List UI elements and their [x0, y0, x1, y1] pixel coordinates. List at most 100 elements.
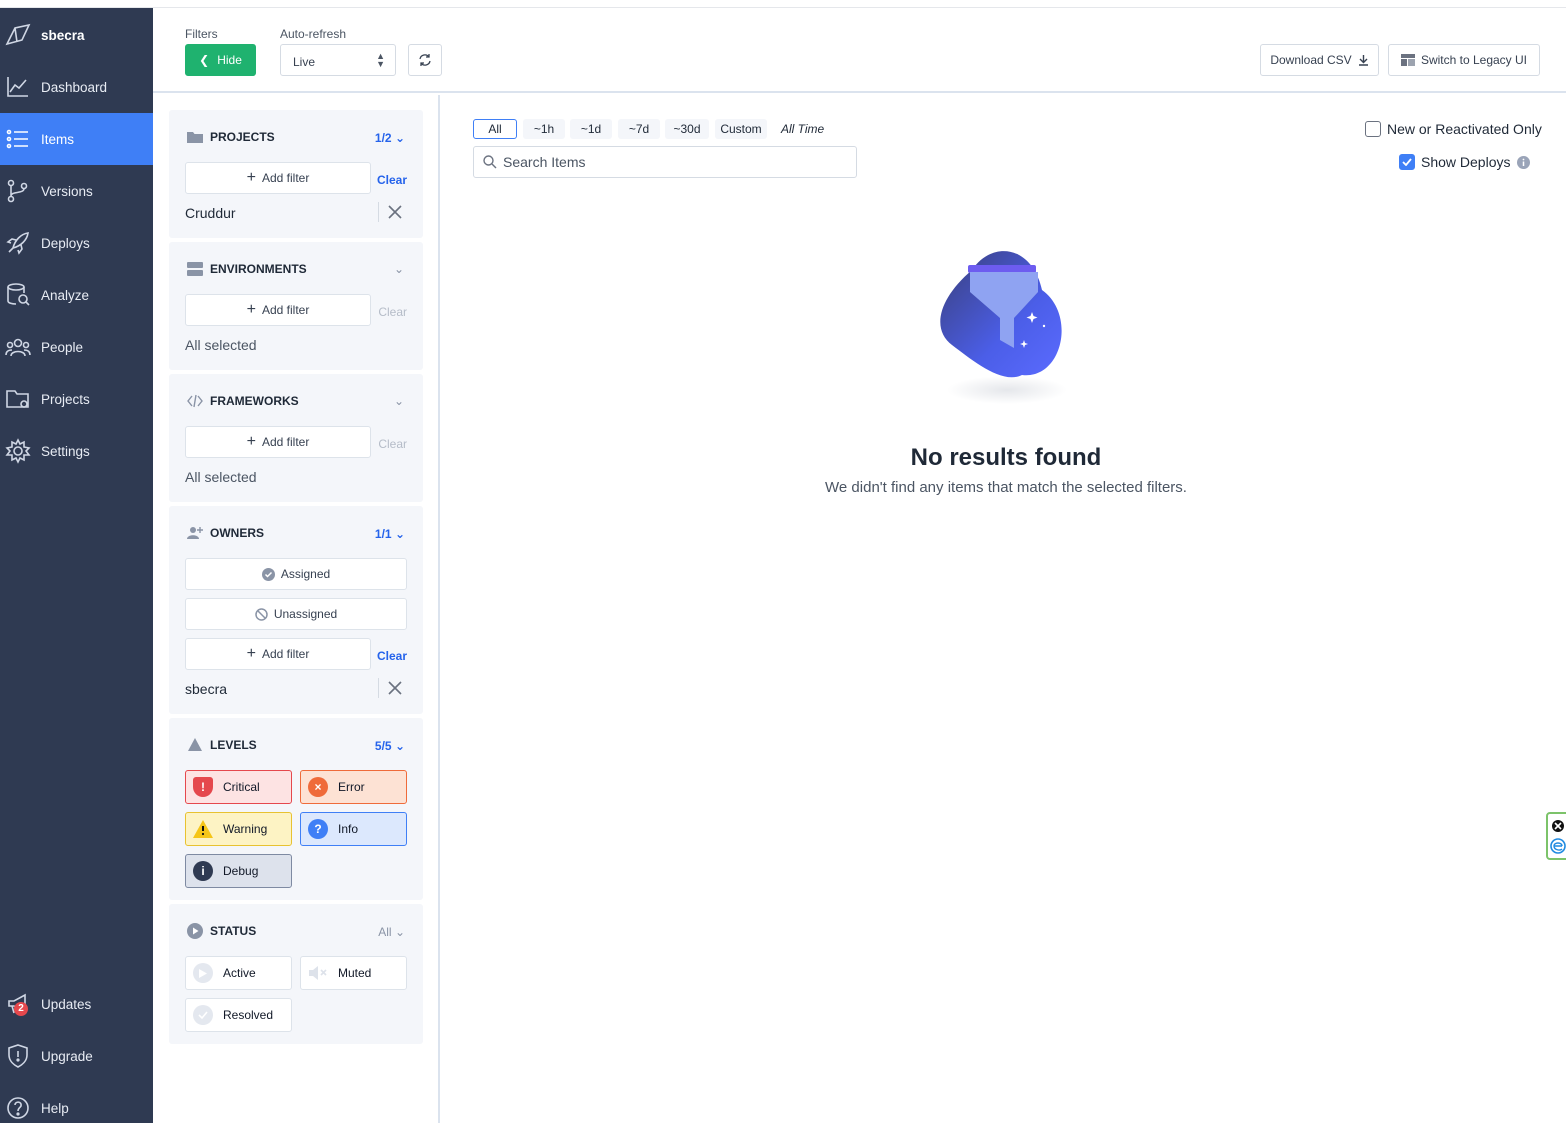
level-critical-toggle[interactable]: ! Critical — [185, 770, 292, 804]
time-tab-1h[interactable]: ~1h — [523, 119, 565, 139]
environments-clear-button[interactable]: Clear — [378, 305, 407, 319]
warning-label: Warning — [223, 822, 268, 836]
status-active-toggle[interactable]: Active — [185, 956, 292, 990]
owners-count-toggle[interactable]: 1/1 ⌄ — [375, 527, 405, 541]
download-csv-button[interactable]: Download CSV — [1260, 44, 1379, 76]
sidebar-item-dashboard[interactable]: Dashboard — [0, 61, 153, 113]
switch-legacy-button[interactable]: Switch to Legacy UI — [1388, 44, 1540, 76]
question-circle-icon: ? — [308, 819, 328, 839]
server-icon — [187, 262, 203, 276]
error-label: Error — [338, 780, 365, 794]
show-deploys-checkbox[interactable]: Show Deploys — [1399, 154, 1530, 170]
autorefresh-select[interactable]: Live ▲ ▼ — [280, 44, 396, 76]
projects-count: 1/2 — [374, 131, 392, 145]
time-tab-1d[interactable]: ~1d — [570, 119, 612, 139]
filters-label: Filters — [185, 27, 218, 41]
level-error-toggle[interactable]: × Error — [300, 770, 407, 804]
switch-legacy-label: Switch to Legacy UI — [1420, 53, 1528, 67]
sidebar-item-projects[interactable]: Projects — [0, 373, 153, 425]
status-title-text: STATUS — [210, 924, 257, 938]
chevron-left-icon: ❮ — [199, 53, 210, 67]
sidebar-item-deploys[interactable]: Deploys — [0, 217, 153, 269]
sidebar-label: Deploys — [41, 235, 90, 251]
debug-label: Debug — [223, 864, 259, 878]
environments-add-filter-button[interactable]: + Add filter — [185, 294, 371, 326]
user-plus-icon — [187, 527, 203, 539]
checkbox-checked — [1399, 154, 1415, 170]
frameworks-clear-button[interactable]: Clear — [378, 437, 407, 451]
frameworks-title-text: FRAMEWORKS — [210, 394, 299, 408]
plus-icon: + — [246, 301, 256, 318]
sidebar-item-settings[interactable]: Settings — [0, 425, 153, 477]
projects-selected-value: Cruddur — [185, 205, 236, 221]
hide-filters-button[interactable]: ❮ Hide — [185, 44, 256, 76]
sidebar-item-people[interactable]: People — [0, 321, 153, 373]
frameworks-selected-value: All selected — [185, 469, 257, 485]
sidebar-item-updates[interactable]: 2 Updates — [0, 978, 153, 1030]
plus-icon: + — [246, 169, 256, 186]
chevron-down-icon[interactable]: ⌄ — [394, 394, 404, 408]
level-warning-toggle[interactable]: Warning — [185, 812, 292, 846]
updates-badge: 2 — [14, 1002, 28, 1016]
levels-title: LEVELS — [187, 737, 257, 753]
close-icon[interactable] — [387, 204, 403, 220]
divider — [378, 678, 379, 698]
levels-filter-card: LEVELS 5/5 ⌄ ! Critical × Error Warning … — [169, 718, 423, 900]
projects-count-toggle[interactable]: 1/2 ⌄ — [375, 131, 405, 145]
chart-line-icon — [5, 74, 31, 100]
time-tab-all[interactable]: All — [473, 119, 517, 139]
new-reactivated-checkbox[interactable]: New or Reactivated Only — [1365, 121, 1542, 137]
warning-triangle-icon — [193, 819, 213, 839]
frameworks-title: FRAMEWORKS — [187, 393, 299, 409]
refresh-button[interactable] — [408, 44, 442, 76]
hide-label: Hide — [217, 53, 242, 67]
projects-add-filter-button[interactable]: + Add filter — [185, 162, 371, 194]
empty-state-subtitle: We didn't find any items that match the … — [825, 479, 1187, 496]
check-icon — [193, 1005, 213, 1025]
status-muted-toggle[interactable]: Muted — [300, 956, 407, 990]
extension-side-widget[interactable] — [1546, 812, 1566, 860]
projects-title-text: PROJECTS — [210, 130, 275, 144]
unassigned-button[interactable]: Unassigned — [185, 598, 407, 630]
sidebar-item-items[interactable]: Items — [0, 113, 153, 165]
projects-clear-button[interactable]: Clear — [377, 173, 407, 187]
search-input[interactable] — [473, 146, 857, 178]
play-circle-icon — [187, 923, 203, 939]
time-tab-30d[interactable]: ~30d — [665, 119, 709, 139]
status-count-toggle[interactable]: All ⌄ — [378, 925, 405, 939]
refresh-icon — [419, 54, 431, 66]
git-branch-icon — [5, 178, 31, 204]
folder-icon — [187, 132, 203, 143]
brand-home[interactable]: sbecra — [0, 9, 153, 61]
rocket-icon — [5, 230, 31, 256]
sidebar-item-analyze[interactable]: Analyze — [0, 269, 153, 321]
status-resolved-toggle[interactable]: Resolved — [185, 998, 292, 1032]
sidebar-item-help[interactable]: Help — [0, 1082, 153, 1134]
close-icon[interactable] — [387, 680, 403, 696]
time-tab-custom[interactable]: Custom — [715, 119, 767, 139]
levels-title-text: LEVELS — [210, 738, 257, 752]
download-icon — [1358, 55, 1368, 66]
chevron-down-icon[interactable]: ⌄ — [394, 262, 404, 276]
owners-add-filter-button[interactable]: + Add filter — [185, 638, 371, 670]
sidebar: sbecra Dashboard Items Versions Deploys … — [0, 8, 153, 1123]
top-toolbar: Filters ❮ Hide Auto-refresh Live ▲ ▼ Down… — [153, 8, 1566, 93]
sidebar-item-upgrade[interactable]: Upgrade — [0, 1030, 153, 1082]
check-circle-icon — [261, 567, 275, 581]
assigned-button[interactable]: Assigned — [185, 558, 407, 590]
updown-chevron-icon: ▲ ▼ — [376, 51, 385, 69]
list-icon — [5, 126, 31, 152]
folder-icon — [5, 386, 31, 412]
muted-label: Muted — [338, 966, 372, 980]
frameworks-add-filter-button[interactable]: + Add filter — [185, 426, 371, 458]
levels-count-toggle[interactable]: 5/5 ⌄ — [375, 739, 405, 753]
sidebar-item-versions[interactable]: Versions — [0, 165, 153, 217]
level-debug-toggle[interactable]: i Debug — [185, 854, 292, 888]
frameworks-filter-card: FRAMEWORKS ⌄ + Add filter Clear All selec… — [169, 374, 423, 502]
add-filter-label: Add filter — [261, 171, 310, 185]
owners-clear-button[interactable]: Clear — [377, 649, 407, 663]
time-tab-7d[interactable]: ~7d — [618, 119, 660, 139]
info-circle-icon[interactable] — [1516, 155, 1530, 169]
level-info-toggle[interactable]: ? Info — [300, 812, 407, 846]
empty-filter-illustration — [940, 251, 1067, 404]
